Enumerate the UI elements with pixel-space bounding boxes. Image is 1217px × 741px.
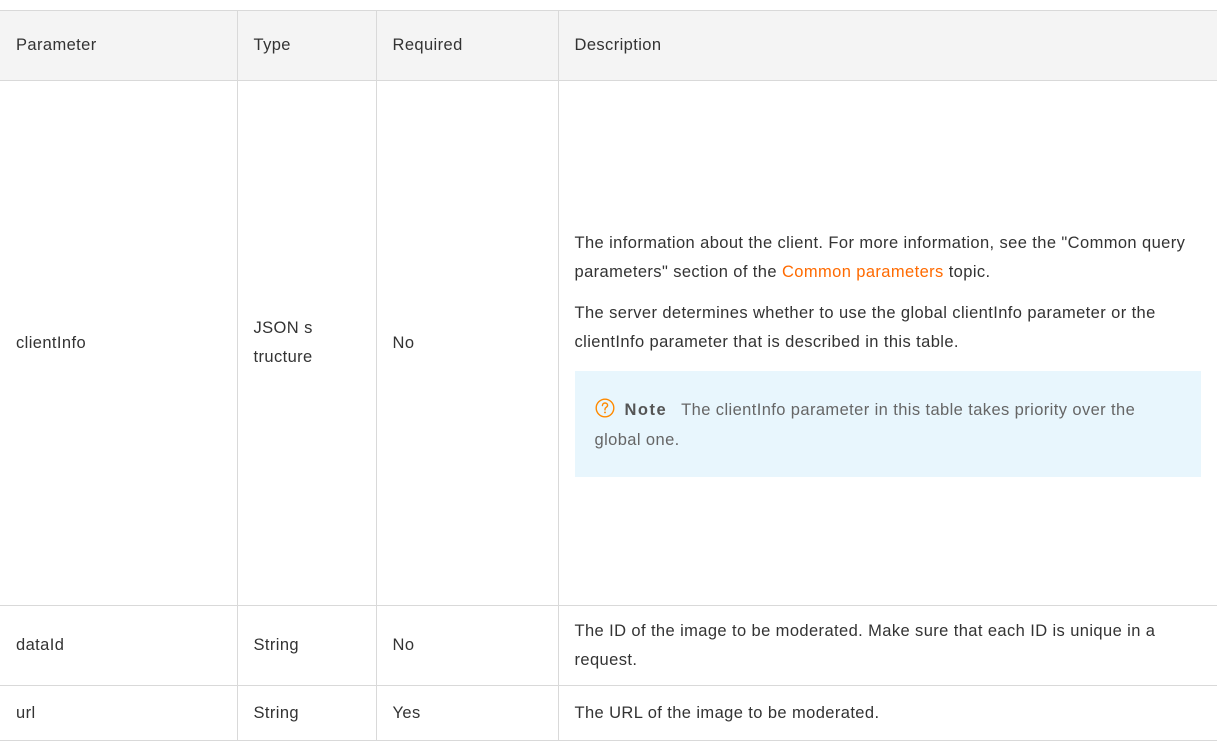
type-cell: String <box>236 605 377 686</box>
common-parameters-link[interactable]: Common parameters <box>782 263 944 281</box>
note-box: Note The clientInfo parameter in this tab… <box>574 370 1201 477</box>
type-cell: String <box>236 685 377 741</box>
description-cell: The URL of the image to be moderated. <box>557 685 1217 741</box>
header-description: Description <box>557 10 1217 81</box>
header-parameter: Parameter <box>0 10 238 81</box>
required-cell: No <box>375 80 559 606</box>
note-label: Note <box>624 400 668 419</box>
required-cell: Yes <box>375 685 559 741</box>
parameter-cell: clientInfo <box>0 80 238 606</box>
table-row: clientInfo JSON structure No The informa… <box>0 80 1217 606</box>
description-cell: The ID of the image to be moderated. Mak… <box>557 605 1217 686</box>
header-type: Type <box>236 10 377 81</box>
type-value: JSON structure <box>253 319 313 366</box>
description-paragraph: The information about the client. For mo… <box>575 229 1202 287</box>
description-cell: The information about the client. For mo… <box>557 80 1217 606</box>
header-required: Required <box>375 10 559 81</box>
parameter-cell: dataId <box>0 605 238 686</box>
table-row: dataId String No The ID of the image to … <box>0 605 1217 686</box>
table-row: url String Yes The URL of the image to b… <box>0 685 1217 741</box>
type-cell: JSON structure <box>236 80 377 606</box>
description-text: topic. <box>943 262 991 281</box>
description-paragraph: The server determines whether to use the… <box>574 303 1156 351</box>
note-text: The clientInfo parameter in this table t… <box>594 400 1136 449</box>
parameters-table: Parameter Type Required Description clie… <box>0 10 1217 741</box>
required-cell: No <box>375 605 559 686</box>
question-circle-icon <box>594 397 615 418</box>
parameter-cell: url <box>0 685 238 741</box>
table-header-row: Parameter Type Required Description <box>0 10 1217 81</box>
